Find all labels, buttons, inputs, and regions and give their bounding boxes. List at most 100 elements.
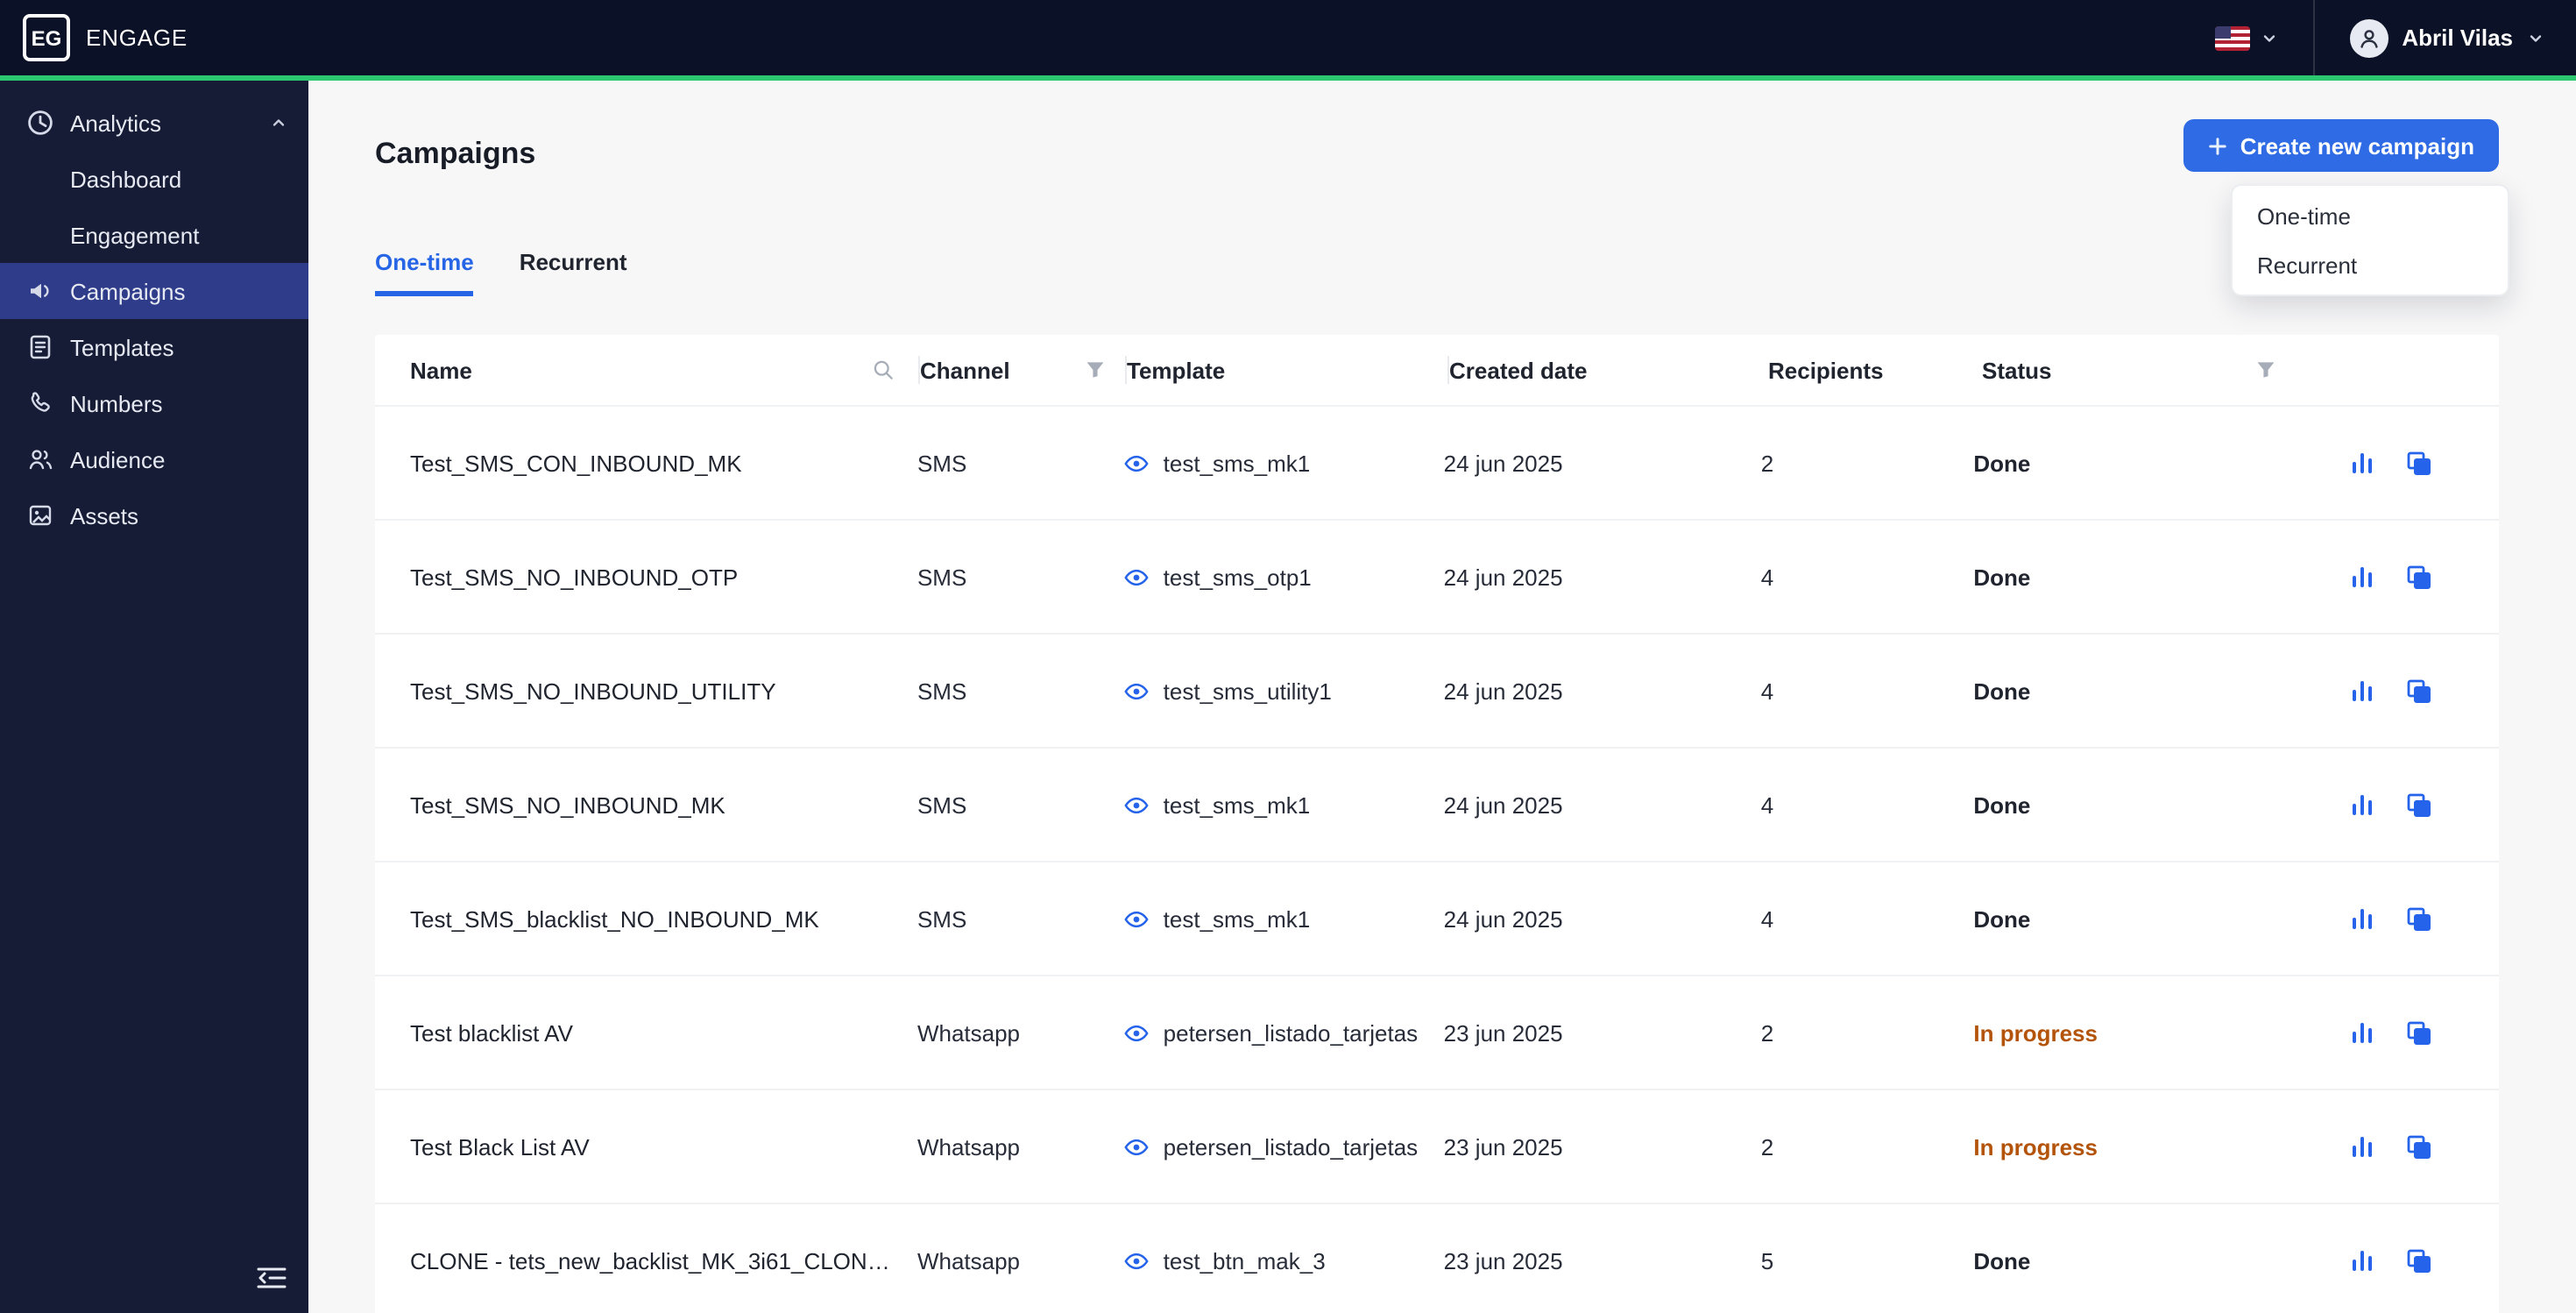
campaign-name: Test_SMS_blacklist_NO_INBOUND_MK [410, 905, 819, 932]
clone-copy-icon[interactable] [2406, 905, 2432, 932]
table-row: Test blacklist AV Whatsapp petersen_list… [375, 976, 2499, 1090]
report-chart-icon[interactable] [2350, 1020, 2374, 1045]
sidebar-item-label: Assets [70, 502, 139, 529]
chevron-down-icon [2260, 29, 2277, 46]
template-preview-eye-icon[interactable] [1123, 1133, 1150, 1160]
template-preview-eye-icon[interactable] [1123, 564, 1150, 590]
create-campaign-label: Create new campaign [2240, 132, 2474, 159]
report-chart-icon[interactable] [2350, 678, 2374, 703]
clone-copy-icon[interactable] [2406, 791, 2432, 818]
template-preview-eye-icon[interactable] [1123, 1019, 1150, 1046]
sidebar-item-templates[interactable]: Templates [0, 319, 308, 375]
status-badge: Done [1973, 1247, 2031, 1274]
template-name: test_sms_mk1 [1163, 450, 1311, 476]
header-name: Name [375, 335, 920, 405]
template-name: petersen_listado_tarjetas [1163, 1019, 1419, 1046]
table-row: Test_SMS_CON_INBOUND_MK SMS test_sms_mk1… [375, 407, 2499, 521]
header-template: Template [1127, 335, 1449, 405]
campaigns-table: Name Channel Template Created date Recip… [375, 335, 2499, 1313]
menu-item-one-time[interactable]: One-time [2233, 191, 2508, 240]
sidebar-item-assets[interactable]: Assets [0, 487, 308, 543]
us-flag-icon [2214, 25, 2250, 50]
campaign-name: Test_SMS_NO_INBOUND_MK [410, 791, 725, 818]
template-preview-eye-icon[interactable] [1123, 450, 1150, 476]
collapse-sidebar-icon[interactable] [256, 1264, 287, 1292]
campaign-recipients: 2 [1760, 1019, 1774, 1046]
row-actions [2350, 1019, 2499, 1046]
template-name: test_sms_otp1 [1163, 564, 1312, 590]
campaign-created-date: 24 jun 2025 [1443, 791, 1563, 818]
header-actions [2360, 335, 2499, 405]
sidebar-item-dashboard[interactable]: Dashboard [0, 151, 308, 207]
table-row: Test_SMS_NO_INBOUND_UTILITY SMS test_sms… [375, 635, 2499, 749]
page-title: Campaigns [375, 137, 536, 170]
campaign-name: Test Black List AV [410, 1133, 590, 1160]
audience-icon [26, 445, 54, 473]
sidebar-item-engagement[interactable]: Engagement [0, 207, 308, 263]
search-icon[interactable] [871, 358, 895, 382]
brand-logo: EG [23, 14, 70, 61]
template-preview-eye-icon[interactable] [1123, 905, 1150, 932]
campaign-name: Test_SMS_NO_INBOUND_OTP [410, 564, 739, 590]
app-window: EG ENGAGE Abril Vilas Analytics Dashboar… [0, 0, 2576, 1313]
clone-copy-icon[interactable] [2406, 1133, 2432, 1160]
campaign-created-date: 24 jun 2025 [1443, 905, 1563, 932]
template-preview-eye-icon[interactable] [1123, 678, 1150, 704]
report-chart-icon[interactable] [2350, 792, 2374, 817]
sidebar-item-numbers[interactable]: Numbers [0, 375, 308, 431]
report-chart-icon[interactable] [2350, 451, 2374, 475]
main-content: Campaigns Create new campaign One-time R… [308, 81, 2576, 1313]
campaign-template: petersen_listado_tarjetas [1123, 1133, 1444, 1160]
analytics-icon [26, 109, 54, 137]
sidebar-item-label: Numbers [70, 390, 163, 416]
assets-image-icon [26, 501, 54, 529]
sidebar-item-label: Engagement [70, 222, 200, 248]
tab-one-time[interactable]: One-time [375, 249, 474, 296]
user-name: Abril Vilas [2402, 25, 2513, 51]
row-actions [2350, 1133, 2499, 1160]
header-created-date: Created date [1449, 357, 1588, 383]
table-row: Test_SMS_NO_INBOUND_OTP SMS test_sms_otp… [375, 521, 2499, 635]
row-actions [2350, 905, 2499, 932]
table-row: Test Black List AV Whatsapp petersen_lis… [375, 1090, 2499, 1204]
clone-copy-icon[interactable] [2406, 1247, 2432, 1274]
sidebar-item-campaigns[interactable]: Campaigns [0, 263, 308, 319]
clone-copy-icon[interactable] [2406, 678, 2432, 704]
status-badge: Done [1973, 678, 2031, 704]
status-badge: In progress [1973, 1019, 2098, 1046]
clone-copy-icon[interactable] [2406, 564, 2432, 590]
status-filter-icon[interactable] [2255, 359, 2276, 380]
create-campaign-button[interactable]: Create new campaign [2183, 119, 2499, 172]
template-preview-eye-icon[interactable] [1123, 791, 1150, 818]
campaign-created-date: 24 jun 2025 [1443, 678, 1563, 704]
report-chart-icon[interactable] [2350, 564, 2374, 589]
templates-icon [26, 333, 54, 361]
status-badge: Done [1973, 450, 2031, 476]
status-badge: Done [1973, 905, 2031, 932]
report-chart-icon[interactable] [2350, 1248, 2374, 1273]
status-badge: In progress [1973, 1133, 2098, 1160]
sidebar-item-audience[interactable]: Audience [0, 431, 308, 487]
clone-copy-icon[interactable] [2406, 450, 2432, 476]
campaign-channel: SMS [916, 564, 967, 590]
template-name: test_btn_mak_3 [1163, 1247, 1326, 1274]
campaigns-icon [26, 277, 54, 305]
campaign-recipients: 4 [1760, 791, 1774, 818]
channel-filter-icon[interactable] [1085, 359, 1106, 380]
campaign-channel: Whatsapp [916, 1133, 1021, 1160]
user-menu[interactable]: Abril Vilas [2349, 18, 2544, 57]
campaign-template: test_sms_utility1 [1123, 678, 1444, 704]
campaign-template: petersen_listado_tarjetas [1123, 1019, 1444, 1046]
campaign-created-date: 24 jun 2025 [1443, 564, 1563, 590]
row-actions [2350, 450, 2499, 476]
topbar-right: Abril Vilas [2214, 0, 2576, 75]
tab-recurrent[interactable]: Recurrent [520, 249, 627, 296]
report-chart-icon[interactable] [2350, 906, 2374, 931]
row-actions [2350, 564, 2499, 590]
report-chart-icon[interactable] [2350, 1134, 2374, 1159]
sidebar-item-analytics[interactable]: Analytics [0, 95, 308, 151]
language-selector[interactable] [2214, 25, 2277, 50]
template-preview-eye-icon[interactable] [1123, 1247, 1150, 1274]
menu-item-recurrent[interactable]: Recurrent [2233, 240, 2508, 289]
clone-copy-icon[interactable] [2406, 1019, 2432, 1046]
